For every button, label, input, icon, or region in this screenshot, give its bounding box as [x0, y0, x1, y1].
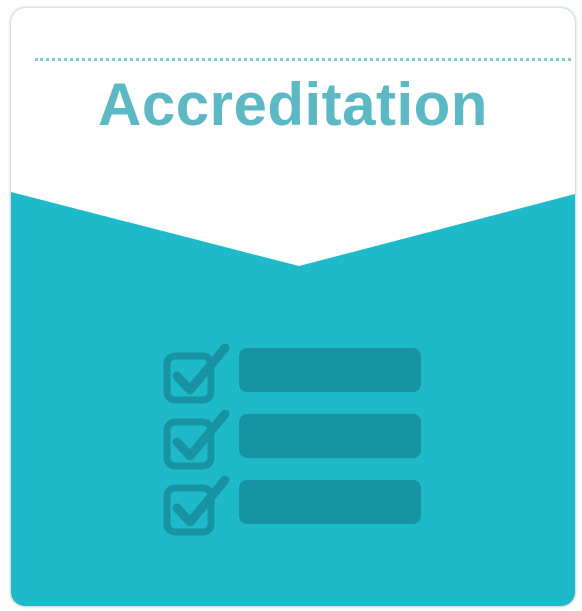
- checklist-bar: [239, 348, 421, 392]
- checklist-item: [163, 410, 433, 470]
- checklist-bar: [239, 414, 421, 458]
- checked-box-icon: [163, 344, 230, 404]
- checklist-illustration: [11, 8, 575, 606]
- checklist-item: [163, 344, 433, 404]
- checked-box-icon: [163, 476, 230, 536]
- checklist-bar: [239, 480, 421, 524]
- checklist-item: [163, 476, 433, 536]
- accreditation-card[interactable]: Accreditation: [11, 8, 575, 606]
- checked-box-icon: [163, 410, 230, 470]
